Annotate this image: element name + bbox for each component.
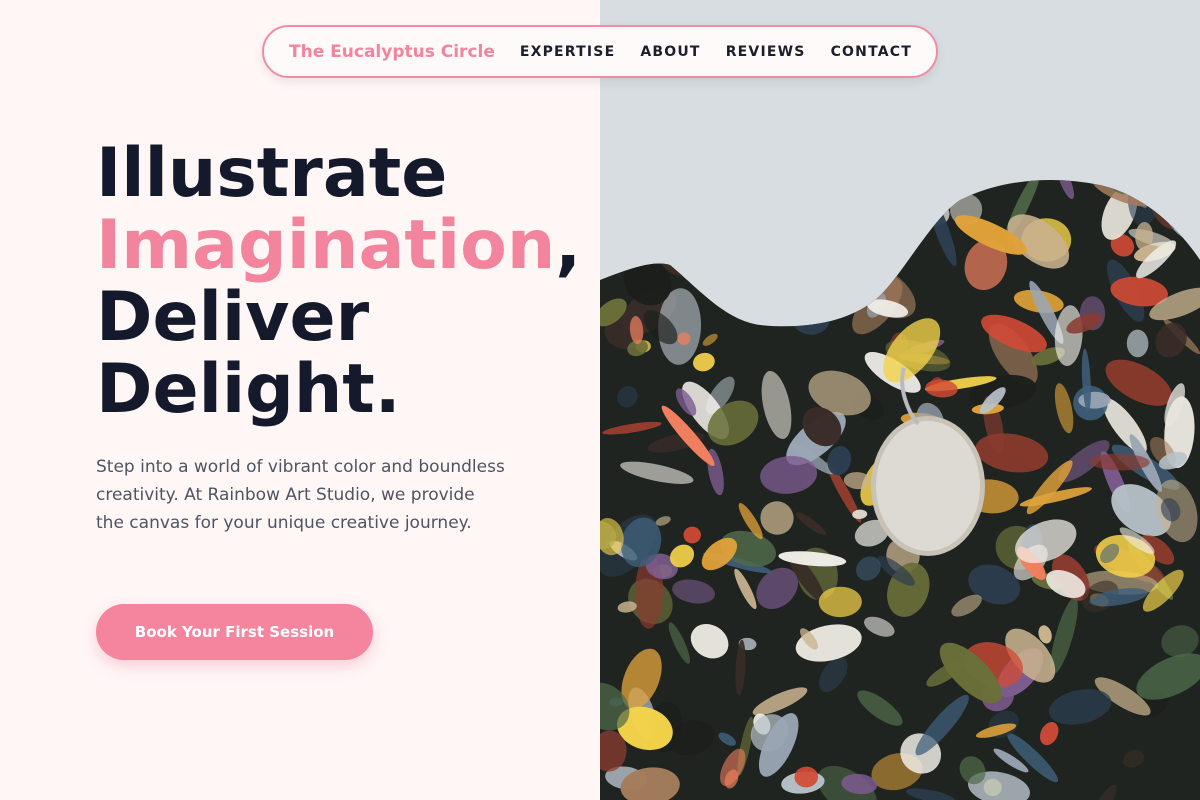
nav-link-expertise[interactable]: EXPERTISE xyxy=(520,44,616,60)
headline-line-1: Illustrate xyxy=(96,134,448,213)
nav-link-reviews[interactable]: REVIEWS xyxy=(726,44,806,60)
brand-logo-text[interactable]: The Eucalyptus Circle xyxy=(289,42,495,62)
headline-accent-word: Imagination xyxy=(96,206,556,285)
paint-palette-photo xyxy=(600,0,1200,800)
book-session-button[interactable]: Book Your First Session xyxy=(96,604,373,660)
nav-link-contact[interactable]: CONTACT xyxy=(831,44,912,60)
nav-links: EXPERTISE ABOUT REVIEWS CONTACT xyxy=(520,44,912,60)
headline-line-4: Delight. xyxy=(96,350,401,429)
headline-line-3: Deliver xyxy=(96,278,370,357)
headline-line-2: Imagination, xyxy=(96,210,581,282)
top-navigation: The Eucalyptus Circle EXPERTISE ABOUT RE… xyxy=(262,25,938,78)
headline-comma: , xyxy=(555,206,582,285)
hero-description: Step into a world of vibrant color and b… xyxy=(96,457,505,533)
nav-link-about[interactable]: ABOUT xyxy=(640,44,700,60)
paint-dab xyxy=(683,526,701,544)
hero-headline: Illustrate Imagination, Deliver Delight. xyxy=(96,138,581,426)
paint-palette-illustration xyxy=(600,0,1200,800)
